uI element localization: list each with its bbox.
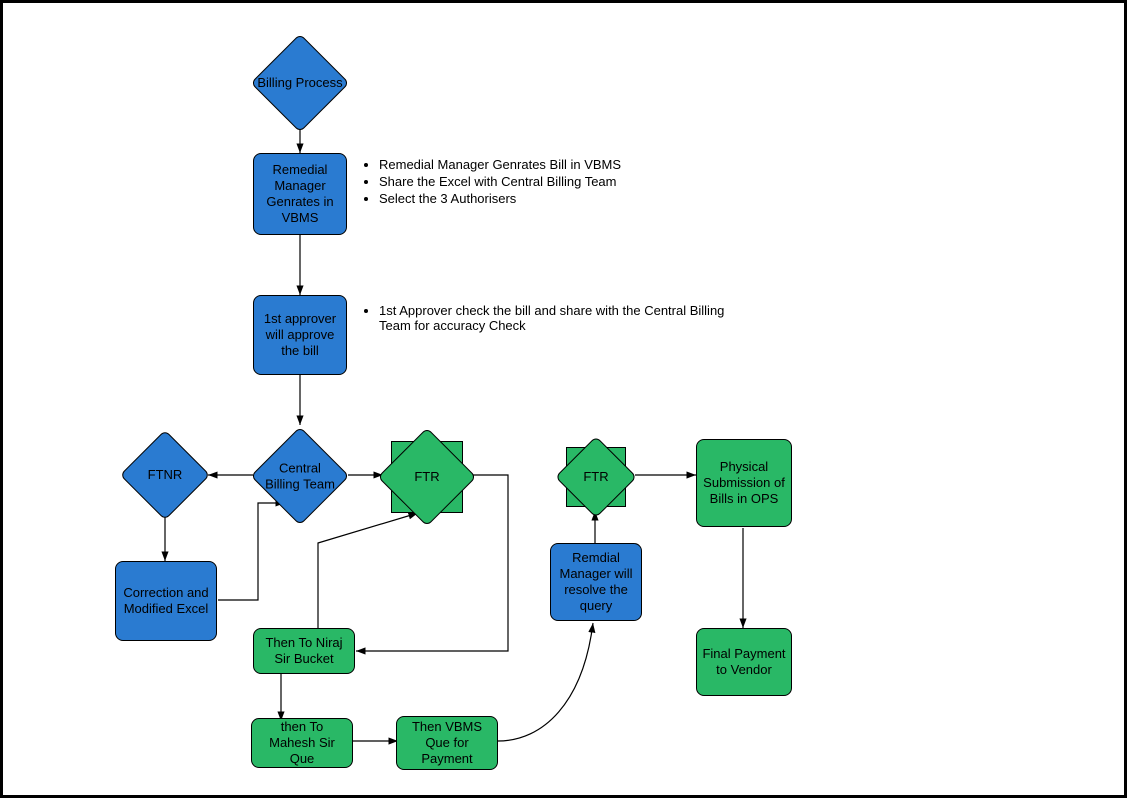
node-physical-submission: Physical Submission of Bills in OPS bbox=[696, 439, 792, 527]
start-label: Billing Process bbox=[255, 75, 345, 91]
arrows-layer bbox=[3, 3, 1130, 801]
node-ftr-1: FTR bbox=[391, 441, 463, 513]
node-final-payment: Final Payment to Vendor bbox=[696, 628, 792, 696]
node-correction-excel: Correction and Modified Excel bbox=[115, 561, 217, 641]
node-ftnr: FTNR bbox=[133, 443, 197, 507]
node-niraj-bucket: Then To Niraj Sir Bucket bbox=[253, 628, 355, 674]
annotation-1: Remedial Manager Genrates Bill in VBMS S… bbox=[361, 155, 731, 208]
node-vbms-que: Then VBMS Que for Payment bbox=[396, 716, 498, 770]
node-remedial-resolve: Remdial Manager will resolve the query bbox=[550, 543, 642, 621]
node-central-billing-team: Central Billing Team bbox=[265, 441, 335, 511]
node-first-approver: 1st approver will approve the bill bbox=[253, 295, 347, 375]
node-remedial-manager-generates: Remedial Manager Genrates in VBMS bbox=[253, 153, 347, 235]
node-mahesh-que: then To Mahesh Sir Que bbox=[251, 718, 353, 768]
annotation-2: 1st Approver check the bill and share wi… bbox=[361, 301, 731, 335]
diagram-frame: Billing Process Remedial Manager Genrate… bbox=[0, 0, 1127, 798]
node-ftr-2: FTR bbox=[566, 447, 626, 507]
node-start: Billing Process bbox=[265, 48, 335, 118]
